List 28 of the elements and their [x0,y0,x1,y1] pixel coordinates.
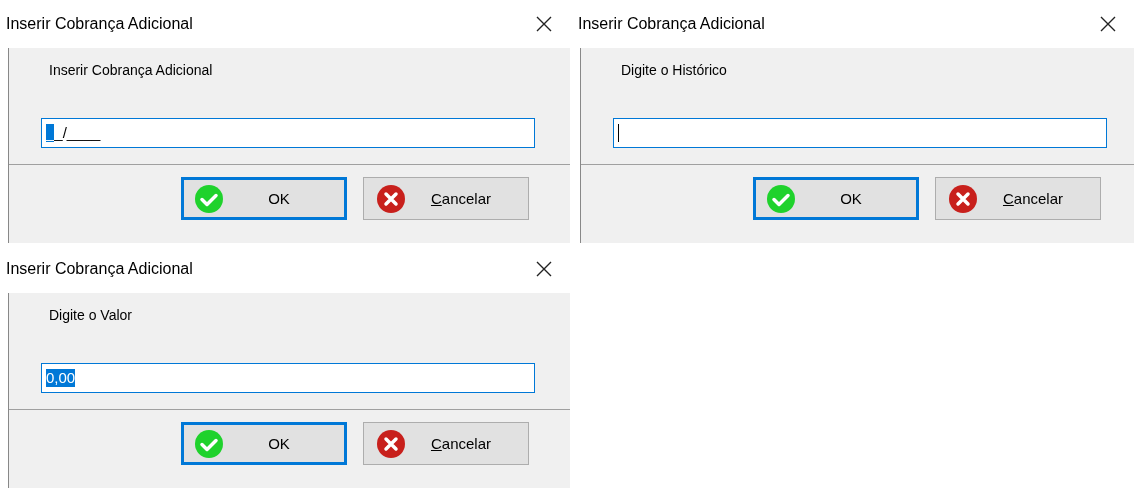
field-text: _/____ [54,124,101,142]
text-caret [618,124,619,142]
cancel-button[interactable]: Cancelar [363,422,529,465]
cancel-button[interactable]: Cancelar [935,177,1101,220]
prompt-label: Inserir Cobrança Adicional [49,62,214,78]
ok-button[interactable]: OK [181,177,347,220]
prompt-label: Digite o Histórico [621,62,728,78]
checkmark-icon [766,183,796,214]
field-text: _ [46,124,55,142]
input-field[interactable]: __/____ [41,118,535,148]
ok-button[interactable]: OK [181,422,347,465]
close-icon [376,428,406,459]
close-icon [948,183,978,214]
checkmark-icon [194,183,224,214]
field-text: 0,00 [46,369,76,387]
ok-button[interactable]: OK [753,177,919,220]
window-title: Inserir Cobrança Adicional [578,15,765,33]
close-icon[interactable] [1100,16,1116,32]
input-field[interactable]: 0,00 [41,363,535,393]
close-icon [376,183,406,214]
close-icon[interactable] [536,16,552,32]
input-field[interactable] [613,118,1107,148]
window-title: Inserir Cobrança Adicional [6,260,193,278]
window-title: Inserir Cobrança Adicional [6,15,193,33]
prompt-label: Digite o Valor [49,307,133,323]
cancel-button[interactable]: Cancelar [363,177,529,220]
checkmark-icon [194,428,224,459]
close-icon[interactable] [536,261,552,277]
